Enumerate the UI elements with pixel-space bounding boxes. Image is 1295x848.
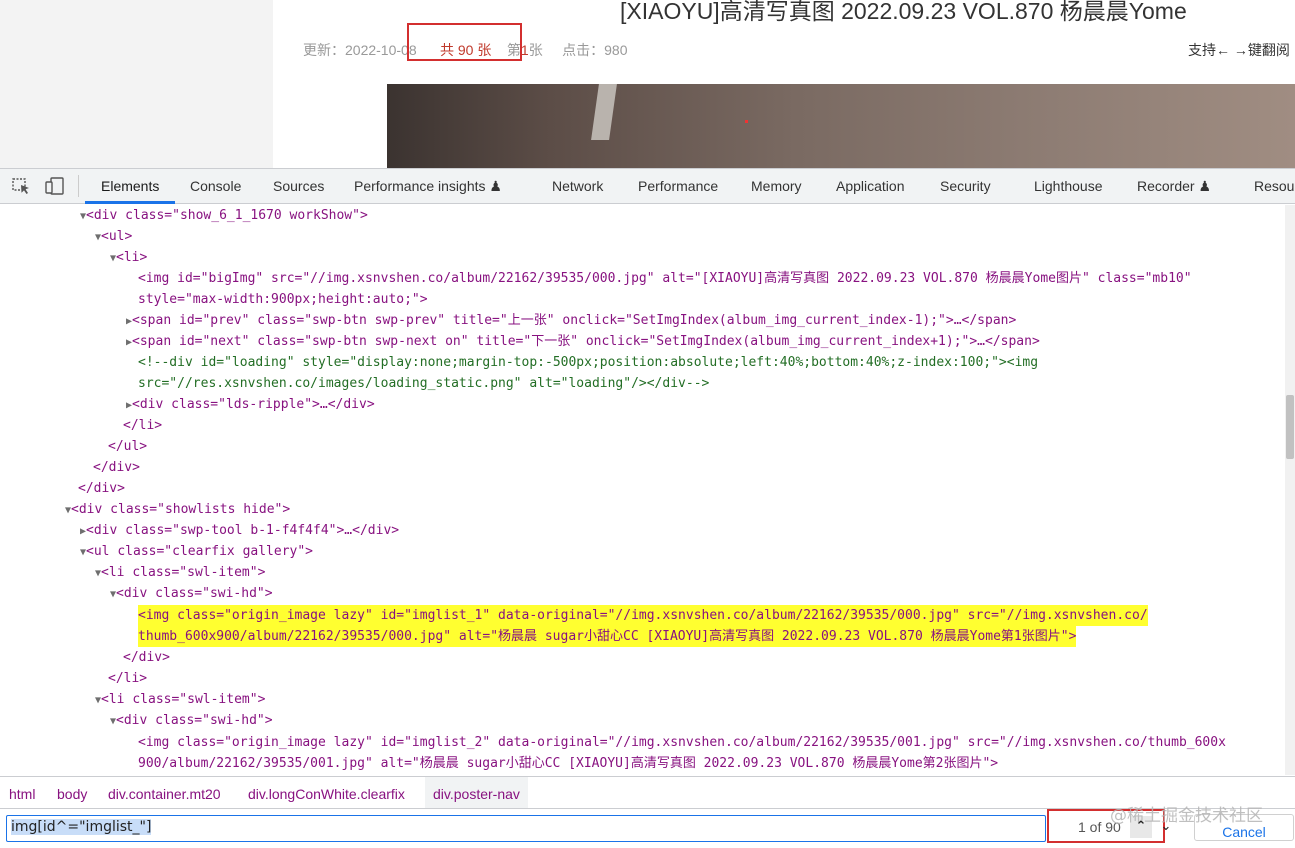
toolbar-divider bbox=[78, 175, 79, 197]
breadcrumb-container[interactable]: div.container.mt20 bbox=[108, 777, 221, 809]
node-text: <div class="swi-hd"> bbox=[116, 586, 273, 601]
tab-security[interactable]: Security bbox=[940, 169, 991, 204]
node-text: </ul> bbox=[108, 439, 148, 454]
keyboard-hint: 支持← →键翻阅 bbox=[1188, 42, 1290, 58]
tab-performance-insights[interactable]: Performance insights ♟ bbox=[354, 169, 502, 204]
breadcrumb: html body div.container.mt20 div.longCon… bbox=[0, 776, 1295, 809]
page-suffix: 张 bbox=[528, 42, 543, 58]
tab-console[interactable]: Console bbox=[190, 169, 241, 204]
devtools-tabbar: Elements Console Sources Performance ins… bbox=[0, 169, 1295, 204]
page-title: [XIAOYU]高清写真图 2022.09.23 VOL.870 杨晨晨Yome bbox=[620, 0, 1187, 24]
highlight-box-total bbox=[407, 23, 522, 61]
tree-line[interactable]: </div> bbox=[123, 647, 170, 668]
tree-line[interactable]: ▼<li> bbox=[110, 247, 147, 268]
tree-line-comment[interactable]: src="//res.xsnvshen.co/images/loading_st… bbox=[138, 373, 709, 394]
album-photo[interactable] bbox=[387, 84, 1295, 168]
watermark: @稀土掘金技术社区 bbox=[1110, 806, 1263, 826]
scrollbar-thumb[interactable] bbox=[1286, 395, 1294, 459]
tree-line[interactable]: ▼<li class="swl-item"> bbox=[95, 562, 265, 583]
node-text: style="max-width:900px;height:auto;"> bbox=[138, 292, 428, 307]
tree-line[interactable]: ▶<div class="swp-tool b-1-f4f4f4">…</div… bbox=[80, 520, 399, 541]
tree-line[interactable]: ▼<div class="swi-hd"> bbox=[110, 583, 273, 604]
node-text: <img id="bigImg" src="//img.xsnvshen.co/… bbox=[138, 271, 1192, 286]
elements-scrollbar[interactable] bbox=[1285, 205, 1295, 775]
node-text: </li> bbox=[123, 418, 163, 433]
node-text: <div class="showlists hide"> bbox=[71, 502, 291, 517]
tree-line[interactable]: style="max-width:900px;height:auto;"> bbox=[138, 289, 428, 310]
tree-line-search-match[interactable]: <img class="origin_image lazy" id="imgli… bbox=[138, 605, 1148, 626]
click-count: 点击：980 bbox=[562, 42, 628, 58]
search-input[interactable]: img[id^="imglist_"] bbox=[6, 815, 1046, 842]
node-text: <ul class="clearfix gallery"> bbox=[86, 544, 314, 559]
tree-line[interactable]: ▼<div class="show_6_1_1670 workShow"> bbox=[80, 205, 368, 226]
tree-line[interactable]: ▼<ul> bbox=[95, 226, 132, 247]
elements-tree[interactable]: ▼<div class="show_6_1_1670 workShow"> ▼<… bbox=[0, 205, 1285, 775]
tree-line[interactable]: ▶<div class="lds-ripple">…</div> bbox=[126, 394, 375, 415]
node-text: <div class="swp-tool b-1-f4f4f4">…</div> bbox=[86, 523, 400, 538]
active-tab-indicator bbox=[85, 201, 175, 204]
node-text: <img class="origin_image lazy" id="imgli… bbox=[138, 735, 1226, 750]
current-page: 1 bbox=[520, 42, 529, 58]
tab-recorder[interactable]: Recorder ♟ bbox=[1137, 169, 1211, 204]
tree-line[interactable]: </ul> bbox=[108, 436, 147, 457]
tree-line[interactable]: ▼<li class="swl-item"> bbox=[95, 689, 265, 710]
breadcrumb-poster-nav[interactable]: div.poster-nav bbox=[425, 777, 528, 809]
page-left-margin bbox=[0, 0, 273, 168]
tree-line[interactable]: ▼<ul class="clearfix gallery"> bbox=[80, 541, 313, 562]
tree-line[interactable]: </div> bbox=[93, 457, 140, 478]
photo-dot bbox=[745, 120, 748, 123]
search-bar: img[id^="imglist_"] 1 of 90 ⌃ ⌄ Cancel bbox=[0, 808, 1295, 848]
breadcrumb-longconwhite[interactable]: div.longConWhite.clearfix bbox=[248, 777, 405, 809]
node-text: <div class="swi-hd"> bbox=[116, 713, 273, 728]
tab-sources[interactable]: Sources bbox=[273, 169, 324, 204]
photo-frame-detail bbox=[591, 84, 617, 140]
node-text: thumb_600x900/album/22162/39535/000.jpg"… bbox=[138, 629, 1077, 644]
inspect-element-icon[interactable] bbox=[12, 177, 32, 195]
tree-line[interactable]: 900/album/22162/39535/001.jpg" alt="杨晨晨 … bbox=[138, 753, 998, 774]
node-text: <span id="next" class="swp-btn swp-next … bbox=[132, 334, 1040, 349]
update-date: 更新：2022-10-08 bbox=[303, 42, 417, 58]
node-text: <span id="prev" class="swp-btn swp-prev"… bbox=[132, 313, 1017, 328]
node-text: <li class="swl-item"> bbox=[101, 565, 266, 580]
node-text: <li> bbox=[116, 250, 148, 265]
node-text: <img class="origin_image lazy" id="imgli… bbox=[138, 608, 1148, 623]
node-text: </div> bbox=[93, 460, 140, 475]
tree-line[interactable]: <img id="bigImg" src="//img.xsnvshen.co/… bbox=[138, 268, 1192, 289]
tree-line[interactable]: </li> bbox=[108, 668, 147, 689]
tab-lighthouse[interactable]: Lighthouse bbox=[1034, 169, 1103, 204]
breadcrumb-html[interactable]: html bbox=[9, 777, 35, 809]
node-text: <div class="lds-ripple">…</div> bbox=[132, 397, 375, 412]
node-text: <ul> bbox=[101, 229, 133, 244]
tree-line-search-match[interactable]: thumb_600x900/album/22162/39535/000.jpg"… bbox=[138, 626, 1077, 647]
web-page: [XIAOYU]高清写真图 2022.09.23 VOL.870 杨晨晨Yome… bbox=[0, 0, 1295, 168]
tab-application[interactable]: Application bbox=[836, 169, 905, 204]
tree-line[interactable]: ▶<span id="next" class="swp-btn swp-next… bbox=[126, 331, 1040, 352]
tree-line[interactable]: </li> bbox=[123, 415, 162, 436]
node-text: <li class="swl-item"> bbox=[101, 692, 266, 707]
tab-resources[interactable]: Resou bbox=[1254, 169, 1294, 204]
node-text: </div> bbox=[78, 481, 125, 496]
tree-line[interactable]: ▶<span id="prev" class="swp-btn swp-prev… bbox=[126, 310, 1016, 331]
screenshot: [XIAOYU]高清写真图 2022.09.23 VOL.870 杨晨晨Yome… bbox=[0, 0, 1295, 848]
tab-performance[interactable]: Performance bbox=[638, 169, 718, 204]
tree-line[interactable]: </div> bbox=[78, 478, 125, 499]
tab-network[interactable]: Network bbox=[552, 169, 603, 204]
node-text: </div> bbox=[123, 650, 170, 665]
node-text: <div class="show_6_1_1670 workShow"> bbox=[86, 208, 368, 223]
tab-memory[interactable]: Memory bbox=[751, 169, 802, 204]
tree-line[interactable]: ▼<div class="showlists hide"> bbox=[65, 499, 290, 520]
tree-line[interactable]: ▼<div class="swi-hd"> bbox=[110, 710, 273, 731]
devtools-panel: Elements Console Sources Performance ins… bbox=[0, 168, 1295, 848]
tab-elements[interactable]: Elements bbox=[101, 169, 159, 204]
node-text: <!--div id="loading" style="display:none… bbox=[138, 355, 1039, 370]
tree-line-comment[interactable]: <!--div id="loading" style="display:none… bbox=[138, 352, 1038, 373]
search-query-text: img[id^="imglist_"] bbox=[11, 819, 152, 835]
breadcrumb-body[interactable]: body bbox=[57, 777, 87, 809]
node-text: </li> bbox=[108, 671, 148, 686]
tree-line[interactable]: <img class="origin_image lazy" id="imgli… bbox=[138, 732, 1226, 753]
node-text: 900/album/22162/39535/001.jpg" alt="杨晨晨 … bbox=[138, 756, 999, 771]
device-toolbar-icon[interactable] bbox=[45, 177, 65, 195]
node-text: src="//res.xsnvshen.co/images/loading_st… bbox=[138, 376, 710, 391]
